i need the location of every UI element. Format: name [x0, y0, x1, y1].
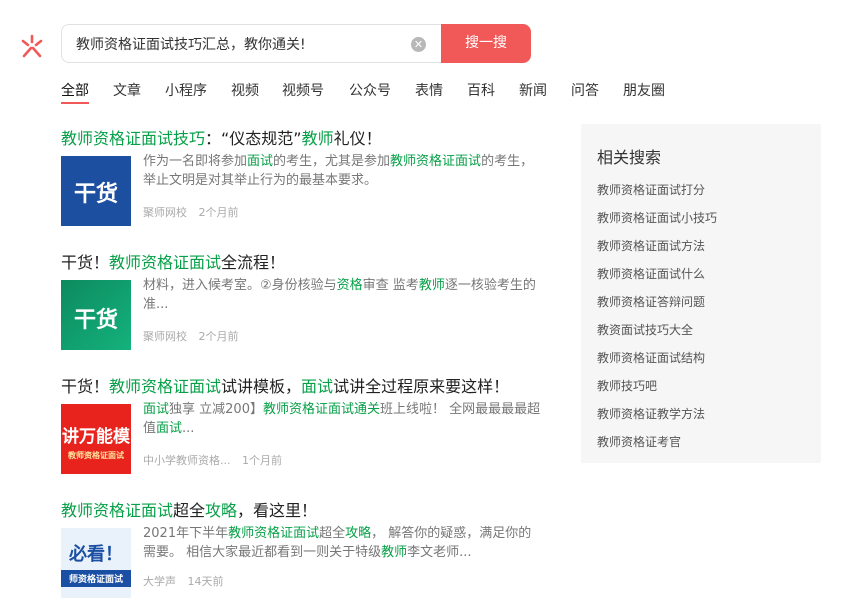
text-segment: 试讲模板， — [221, 377, 302, 396]
text-segment: 材料，进入候考室。②身份核验与 — [143, 278, 337, 293]
keyword-highlight: 教师 — [418, 278, 445, 293]
result-title[interactable]: 教师资格证面试技巧：“仪态规范”教师礼仪！ — [61, 125, 541, 149]
keyword-highlight: 教师资格证面试 — [390, 154, 482, 169]
tab-qa[interactable]: 问答 — [571, 80, 599, 100]
result-title[interactable]: 教师资格证面试超全攻略，看这里！ — [61, 497, 541, 521]
tab-stickers[interactable]: 表情 — [415, 80, 443, 100]
related-search-item[interactable]: 教师技巧吧 — [597, 377, 657, 394]
result-description: 2021年下半年教师资格证面试超全攻略， 解答你的疑惑，满足你的需要。 相信大家… — [143, 524, 543, 562]
text-segment: 干货！ — [61, 377, 110, 396]
tab-moments[interactable]: 朋友圈 — [623, 80, 665, 100]
text-segment: 试讲全过程原来要这样！ — [333, 377, 510, 396]
thumbnail-subcaption: 师资格证面试 — [61, 570, 131, 587]
related-search-item[interactable]: 教师资格证面试方法 — [597, 237, 705, 254]
search-button[interactable]: 搜一搜 — [441, 24, 531, 63]
text-segment: 超全 — [319, 526, 346, 541]
related-searches-title: 相关搜索 — [597, 148, 662, 167]
related-searches-panel: 相关搜索 教师资格证面试打分 教师资格证面试小技巧 教师资格证面试方法 教师资格… — [581, 124, 821, 463]
result-time: 2个月前 — [198, 206, 239, 219]
tab-encyclopedia[interactable]: 百科 — [467, 80, 495, 100]
result-meta: 大学声 14天前 — [143, 573, 232, 589]
related-search-item[interactable]: 教师资格证面试打分 — [597, 181, 705, 198]
keyword-highlight: 教师资格证面试通关 — [262, 402, 380, 417]
related-search-item[interactable]: 教师资格证答辩问题 — [597, 293, 705, 310]
keyword-highlight: 面试 — [156, 421, 183, 436]
keyword-highlight: 面试 — [143, 402, 170, 417]
keyword-highlight: 教师资格证面试 — [228, 526, 320, 541]
result-source[interactable]: 聚师网校 — [143, 206, 187, 219]
result-meta: 聚师网校 2个月前 — [143, 204, 247, 220]
result-thumbnail[interactable]: 必看！ 师资格证面试 — [61, 528, 131, 598]
wechat-search-logo-icon — [21, 34, 43, 58]
text-segment: 独享 立减200】 — [169, 402, 263, 417]
text-segment: 审查 监考 — [362, 278, 419, 293]
tab-all[interactable]: 全部 — [61, 80, 89, 104]
keyword-highlight: 教师资格证面试 — [109, 377, 222, 396]
thumbnail-caption: 干货 — [73, 182, 118, 207]
search-result: 干货！教师资格证面试全流程！ 干货 材料，进入候考室。②身份核验与资格审查 监考… — [61, 249, 541, 354]
result-description: 面试独享 立减200】教师资格证面试通关班上线啦！ 全网最最最最超值面试... — [143, 400, 543, 438]
result-time: 1个月前 — [242, 454, 282, 467]
keyword-highlight: 攻略 — [205, 501, 238, 520]
text-segment: 干货！ — [61, 253, 110, 272]
result-title[interactable]: 干货！教师资格证面试试讲模板，面试试讲全过程原来要这样！ — [61, 373, 541, 397]
result-source[interactable]: 中小学教师资格... — [143, 454, 231, 467]
related-search-item[interactable]: 教资面试技巧大全 — [597, 321, 693, 338]
keyword-highlight: 资格 — [336, 278, 363, 293]
result-meta: 中小学教师资格... 1个月前 — [143, 452, 290, 468]
keyword-highlight: 教师资格证面试 — [61, 501, 174, 520]
text-segment: ，看这里！ — [237, 501, 318, 520]
tab-articles[interactable]: 文章 — [113, 80, 141, 100]
tab-news[interactable]: 新闻 — [519, 80, 547, 100]
text-segment: ... — [182, 421, 195, 436]
related-search-item[interactable]: 教师资格证教学方法 — [597, 405, 705, 422]
result-title[interactable]: 干货！教师资格证面试全流程！ — [61, 249, 541, 273]
text-segment: 的考生，尤其是参加 — [273, 154, 391, 169]
related-search-item[interactable]: 教师资格证考官 — [597, 433, 681, 450]
result-thumbnail[interactable]: 讲万能模 教师资格证面试 — [61, 404, 131, 474]
thumbnail-caption: 讲万能模 — [62, 427, 130, 447]
keyword-highlight: 面试 — [247, 154, 274, 169]
search-input[interactable] — [76, 34, 396, 54]
text-segment: 礼仪！ — [333, 129, 382, 148]
search-result: 教师资格证面试超全攻略，看这里！ 必看！ 师资格证面试 2021年下半年教师资格… — [61, 497, 541, 602]
text-segment: 李文老师... — [407, 545, 472, 560]
clear-icon[interactable]: ✕ — [411, 37, 426, 52]
result-time: 14天前 — [187, 575, 224, 588]
related-search-item[interactable]: 教师资格证面试小技巧 — [597, 209, 717, 226]
keyword-highlight: 教师资格证面试 — [109, 253, 222, 272]
tab-videos[interactable]: 视频 — [231, 80, 259, 100]
result-description: 材料，进入候考室。②身份核验与资格审查 监考教师逐一核验考生的准... — [143, 276, 543, 314]
thumbnail-subcaption: 教师资格证面试 — [68, 451, 124, 460]
related-search-item[interactable]: 教师资格证面试什么 — [597, 265, 705, 282]
keyword-highlight: 攻略 — [345, 526, 372, 541]
result-thumbnail[interactable]: 干货 — [61, 280, 131, 350]
keyword-highlight: 面试 — [301, 377, 334, 396]
text-segment: 2021年下半年 — [143, 526, 229, 541]
result-source[interactable]: 聚师网校 — [143, 330, 187, 343]
tab-official-accounts[interactable]: 公众号 — [349, 80, 391, 100]
result-meta: 聚师网校 2个月前 — [143, 328, 247, 344]
related-search-item[interactable]: 教师资格证面试结构 — [597, 349, 705, 366]
text-segment: 作为一名即将参加 — [143, 154, 248, 169]
result-thumbnail[interactable]: 干货 — [61, 156, 131, 226]
text-segment: ：“仪态规范” — [205, 129, 302, 148]
thumbnail-caption: 必看！ — [69, 544, 123, 565]
thumbnail-caption: 干货 — [73, 308, 118, 333]
text-segment: 超全 — [173, 501, 206, 520]
result-description: 作为一名即将参加面试的考生，尤其是参加教师资格证面试的考生，举止文明是对其举止行… — [143, 152, 543, 190]
result-source[interactable]: 大学声 — [143, 575, 176, 588]
keyword-highlight: 教师资格证面试技巧 — [61, 129, 206, 148]
search-result: 教师资格证面试技巧：“仪态规范”教师礼仪！ 干货 作为一名即将参加面试的考生，尤… — [61, 125, 541, 230]
tab-mini-programs[interactable]: 小程序 — [165, 80, 207, 100]
search-result: 干货！教师资格证面试试讲模板，面试试讲全过程原来要这样！ 讲万能模 教师资格证面… — [61, 373, 541, 478]
keyword-highlight: 教师 — [301, 129, 334, 148]
keyword-highlight: 教师 — [381, 545, 408, 560]
text-segment: 全流程！ — [221, 253, 286, 272]
search-box: ✕ — [61, 24, 441, 63]
tab-channels[interactable]: 视频号 — [282, 80, 324, 100]
result-time: 2个月前 — [198, 330, 239, 343]
